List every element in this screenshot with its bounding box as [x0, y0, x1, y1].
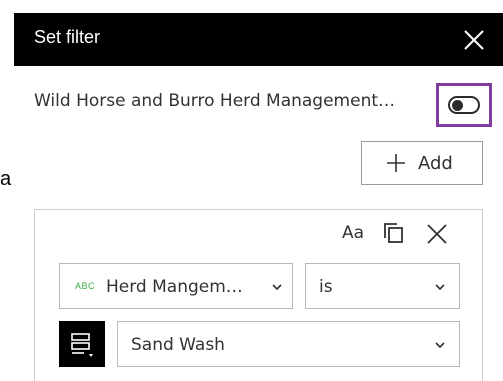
value-mode-button[interactable] [59, 321, 105, 367]
field-select[interactable]: ABC Herd Mangem… [59, 263, 293, 309]
panel-title: Set filter [34, 27, 101, 47]
close-icon[interactable] [460, 26, 488, 54]
value-select-label: Sand Wash [131, 335, 225, 355]
remove-expression-icon[interactable] [424, 221, 450, 247]
unique-values-list-icon [71, 333, 93, 357]
string-type-badge: ABC [75, 281, 96, 291]
chevron-down-icon [435, 284, 445, 291]
stray-text: a [0, 168, 12, 190]
chevron-down-icon [435, 342, 445, 349]
chevron-down-icon [272, 284, 282, 291]
layer-filter-toggle[interactable] [436, 83, 492, 127]
toggle-knob [452, 100, 463, 111]
panel-header: Set filter [14, 13, 503, 66]
duplicate-icon[interactable] [383, 222, 405, 244]
case-sensitive-button[interactable]: Aa [342, 223, 364, 243]
layer-name-label: Wild Horse and Burro Herd Management… [34, 91, 396, 111]
value-select[interactable]: Sand Wash [117, 321, 460, 367]
add-button-label: Add [418, 153, 453, 174]
operator-select[interactable]: is [305, 263, 460, 309]
field-select-label: Herd Mangem… [106, 277, 243, 297]
operator-select-label: is [319, 277, 333, 297]
set-filter-panel: Set filter Wild Horse and Burro Herd Man… [14, 13, 503, 381]
add-expression-button[interactable]: Add [361, 141, 483, 185]
toggle-switch[interactable] [448, 96, 480, 114]
filter-expression-card: Aa ABC Herd Mangem… is Sand Wash [34, 209, 483, 381]
plus-icon [387, 154, 405, 172]
